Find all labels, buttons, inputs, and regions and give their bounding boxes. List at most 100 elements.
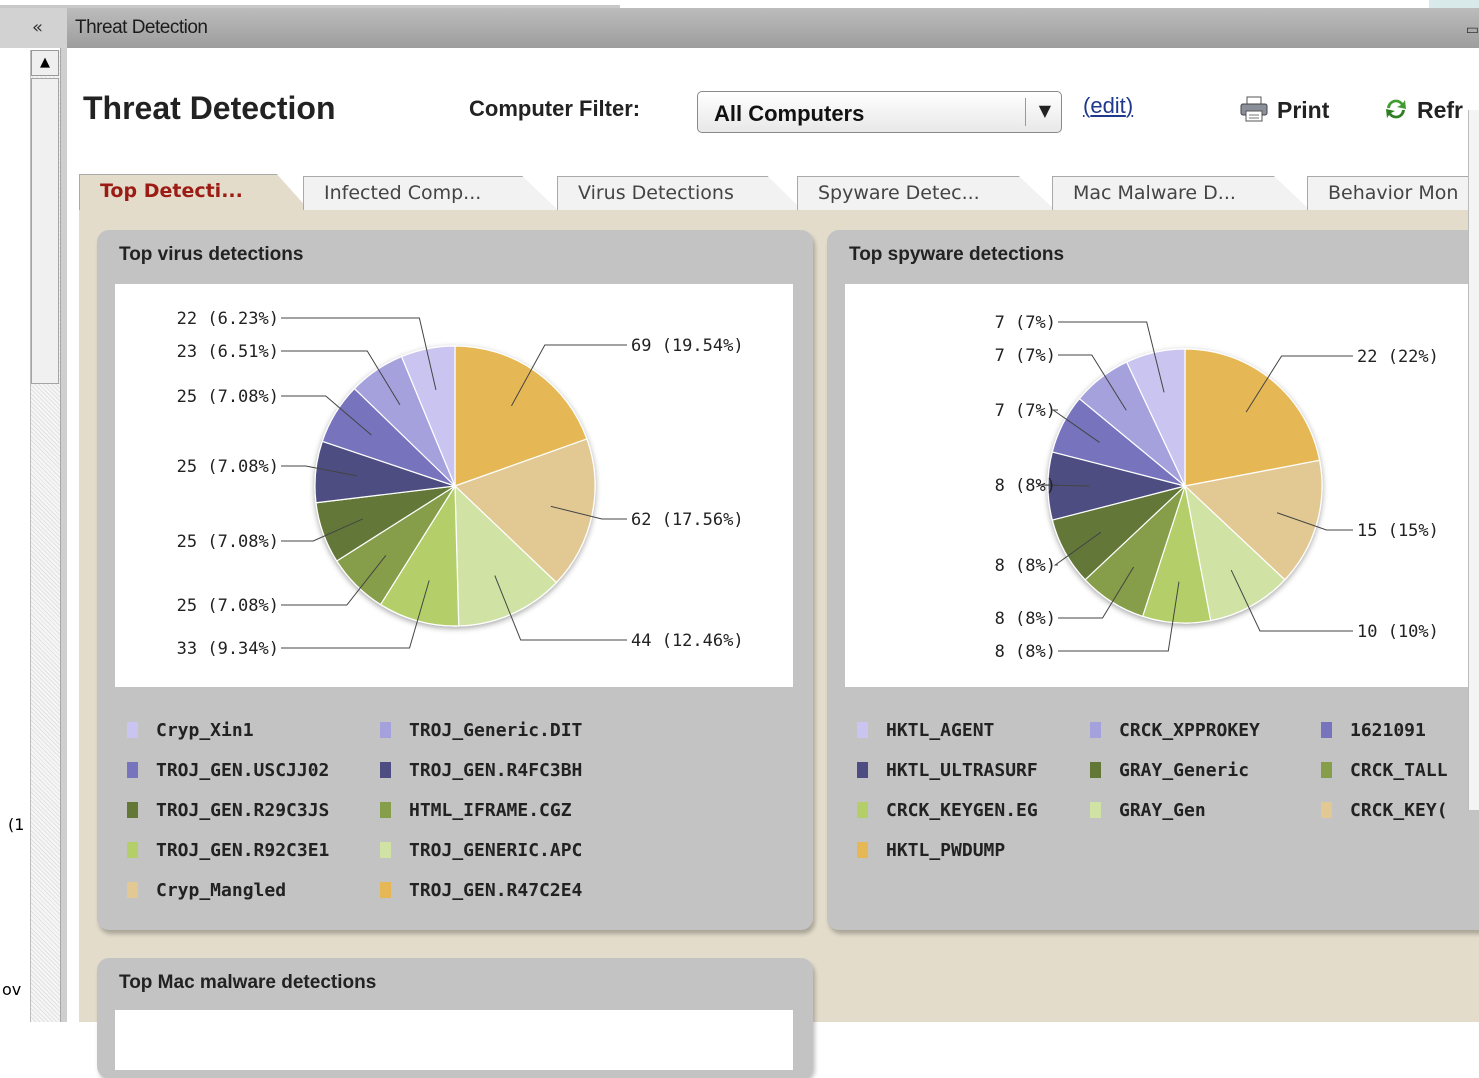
legend-item[interactable]: Cryp_Mangled — [127, 880, 286, 901]
refresh-icon — [1386, 99, 1406, 119]
legend-item[interactable]: CRCK_XPPROKEY — [1090, 720, 1260, 741]
legend-label: TROJ_GEN.R29C3JS — [156, 800, 330, 821]
pie-data-label: 22 (22%) — [1357, 347, 1439, 367]
tab-virus-detections[interactable]: Virus Detections — [557, 176, 802, 210]
spyware-detections-card: Top spyware detections 7 (7%) 7 (7%) 7 (7%… — [827, 230, 1479, 930]
main-content: Threat Detection Computer Filter: All Co… — [67, 48, 1479, 1078]
legend-item[interactable]: Cryp_Xin1 — [127, 720, 254, 741]
pie-data-label: 69 (19.54%) — [631, 336, 744, 356]
spyware-card-title: Top spyware detections — [849, 244, 1065, 265]
mac-card-title: Top Mac malware detections — [119, 972, 377, 993]
legend-item[interactable]: GRAY_Generic — [1090, 760, 1249, 781]
legend-swatch — [127, 722, 138, 738]
legend-label: TROJ_Generic.DIT — [409, 720, 583, 741]
legend-item[interactable]: TROJ_GEN.R29C3JS — [127, 800, 329, 821]
legend-swatch — [1321, 802, 1332, 818]
spyware-pie-chart: 7 (7%) 7 (7%) 7 (7%) 8 (8%) 8 (8%) 8 (8%) 8 (8… — [845, 284, 1479, 687]
pie-data-label: 25 (7.08%) — [177, 387, 279, 407]
pie-data-label: 33 (9.34%) — [177, 639, 279, 659]
legend-label: GRAY_Generic — [1119, 760, 1250, 781]
legend-swatch — [127, 802, 138, 818]
pie-data-label: 7 (7%) — [995, 401, 1056, 421]
legend-label: CRCK_KEY( — [1350, 800, 1448, 821]
virus-pie-chart: 22 (6.23%) 23 (6.51%) 25 (7.08%) 25 (7.08%)… — [115, 284, 793, 687]
scroll-up-arrow-icon[interactable]: ▲ — [31, 50, 59, 76]
legend-item[interactable]: CRCK_KEYGEN.EG — [857, 800, 1038, 821]
tab-top-detections[interactable]: Top Detecti... — [79, 174, 309, 210]
legend-label: HKTL_ULTRASURF — [886, 760, 1038, 781]
pie-data-label: 62 (17.56%) — [631, 510, 744, 530]
legend-label: HTML_IFRAME.CGZ — [409, 800, 572, 821]
legend-label: TROJ_GEN.USCJJ02 — [156, 760, 330, 781]
pie-data-label: 8 (8%) — [995, 556, 1056, 576]
legend-item[interactable]: TROJ_GEN.USCJJ02 — [127, 760, 329, 781]
legend-label: TROJ_GEN.R4FC3BH — [409, 760, 583, 781]
legend-swatch — [1090, 762, 1101, 778]
legend-item[interactable]: CRCK_TALL — [1321, 760, 1448, 781]
legend-label: TROJ_GEN.R92C3E1 — [156, 840, 330, 861]
pie-data-label: 25 (7.08%) — [177, 596, 279, 616]
legend-swatch — [857, 842, 868, 858]
legend-label: HKTL_AGENT — [886, 720, 995, 741]
legend-item[interactable]: HKTL_ULTRASURF — [857, 760, 1038, 781]
tab-behavior-monitoring[interactable]: Behavior Mon — [1307, 176, 1479, 210]
collapse-pane-button[interactable]: « — [0, 8, 67, 48]
legend-label: CRCK_XPPROKEY — [1119, 720, 1260, 741]
legend-swatch — [1090, 722, 1101, 738]
window-restore-icon[interactable]: ▭ — [1466, 22, 1479, 38]
legend-item[interactable]: TROJ_GEN.R92C3E1 — [127, 840, 329, 861]
window-titlebar: Threat Detection ▭ — [67, 8, 1479, 49]
virus-card-title: Top virus detections — [119, 244, 304, 265]
left-pane-text-fragment: ov — [2, 980, 22, 999]
left-pane-text-fragment: (1 — [8, 815, 25, 834]
pie-data-label: 7 (7%) — [995, 346, 1056, 366]
legend-item[interactable]: TROJ_GENERIC.APC — [380, 840, 582, 861]
legend-label: GRAY_Gen — [1119, 800, 1206, 821]
legend-item[interactable]: HKTL_PWDUMP — [857, 840, 1005, 861]
legend-label: TROJ_GEN.R47C2E4 — [409, 880, 583, 901]
mac-chart-area — [115, 1010, 793, 1070]
legend-label: Cryp_Mangled — [156, 880, 287, 901]
computer-filter-value: All Computers — [714, 101, 865, 126]
top-strip — [0, 0, 1479, 8]
legend-swatch — [857, 722, 868, 738]
legend-label: CRCK_TALL — [1350, 760, 1448, 781]
computer-filter-select[interactable]: All Computers ▼ — [697, 91, 1062, 133]
legend-swatch — [1321, 762, 1332, 778]
content-scrollbar[interactable] — [1468, 110, 1479, 810]
pie-data-label: 8 (8%) — [995, 609, 1056, 629]
tab-spyware-detections[interactable]: Spyware Detec... — [797, 176, 1055, 210]
tab-mac-malware-detections[interactable]: Mac Malware D... — [1052, 176, 1310, 210]
pie-data-label: 23 (6.51%) — [177, 342, 279, 362]
legend-swatch — [1090, 802, 1101, 818]
virus-detections-card: Top virus detections 22 (6.23%) 23 (6.51%… — [97, 230, 813, 930]
legend-label: TROJ_GENERIC.APC — [409, 840, 583, 861]
legend-item[interactable]: GRAY_Gen — [1090, 800, 1206, 821]
pie-data-label: 8 (8%) — [995, 476, 1056, 496]
legend-item[interactable]: TROJ_GEN.R47C2E4 — [380, 880, 582, 901]
legend-item[interactable]: 1621091 — [1321, 720, 1426, 741]
legend-swatch — [380, 802, 391, 818]
tab-bar: Top Detecti... Infected Comp... Virus De… — [79, 174, 1479, 210]
printer-icon — [1240, 96, 1268, 122]
legend-item[interactable]: HTML_IFRAME.CGZ — [380, 800, 572, 821]
tab-panel: Top virus detections 22 (6.23%) 23 (6.51%… — [79, 210, 1479, 1078]
computer-filter-label: Computer Filter: — [469, 96, 641, 121]
pie-data-label: 7 (7%) — [995, 313, 1056, 333]
tab-infected-computers[interactable]: Infected Comp... — [303, 176, 558, 210]
pie-data-label: 15 (15%) — [1357, 521, 1439, 541]
edit-filter-link[interactable]: (edit) — [1083, 93, 1133, 119]
pie-data-label: 22 (6.23%) — [177, 309, 279, 329]
legend-item[interactable]: TROJ_GEN.R4FC3BH — [380, 760, 582, 781]
mac-malware-card: Top Mac malware detections — [97, 958, 813, 1078]
legend-item[interactable]: TROJ_Generic.DIT — [380, 720, 582, 741]
window-title: Threat Detection — [75, 17, 208, 38]
chevron-down-icon[interactable]: ▼ — [1039, 101, 1051, 120]
legend-item[interactable]: CRCK_KEY( — [1321, 800, 1448, 821]
legend-swatch — [1321, 722, 1332, 738]
refresh-button[interactable]: Refr — [1383, 96, 1463, 124]
print-button[interactable]: Print — [1239, 96, 1329, 124]
legend-item[interactable]: HKTL_AGENT — [857, 720, 994, 741]
left-scrollbar-thumb[interactable] — [31, 78, 59, 384]
legend-swatch — [857, 762, 868, 778]
